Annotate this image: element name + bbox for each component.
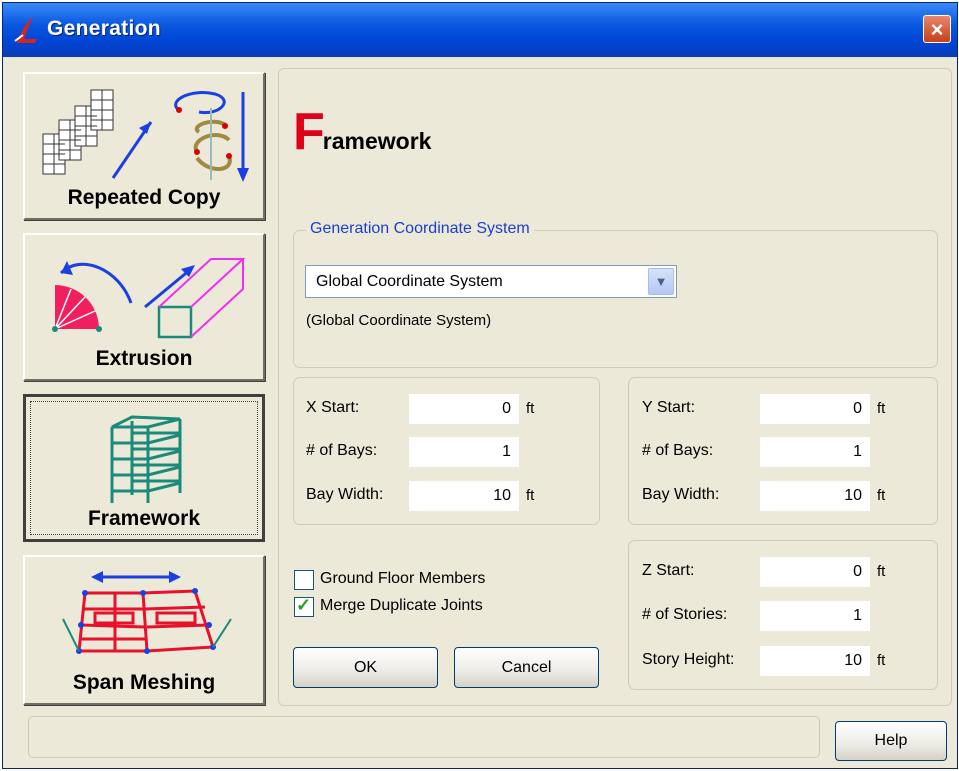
x-start-field[interactable]: 0 xyxy=(409,394,519,424)
x-bay-width-unit: ft xyxy=(526,487,535,504)
merge-joints-checkbox[interactable] xyxy=(294,595,314,617)
sidebar-item-span-meshing[interactable]: Span Meshing xyxy=(23,555,265,705)
coordinate-system-note: (Global Coordinate System) xyxy=(306,312,492,329)
extrusion-icon xyxy=(52,258,246,339)
y-bay-width-field[interactable]: 10 xyxy=(760,481,870,511)
y-start-unit: ft xyxy=(877,400,886,417)
help-button[interactable]: Help xyxy=(835,721,947,761)
page-title-rest: ramework xyxy=(322,128,432,154)
x-bay-width-label: Bay Width: xyxy=(306,486,384,503)
ground-floor-checkbox[interactable] xyxy=(294,570,314,590)
sidebar-item-extrusion[interactable]: Extrusion xyxy=(23,233,265,381)
merge-joints-label[interactable]: Merge Duplicate Joints xyxy=(320,597,483,615)
sidebar-item-framework[interactable]: Framework xyxy=(23,394,265,542)
sidebar-item-label: Extrusion xyxy=(95,347,193,370)
close-button[interactable]: × xyxy=(923,15,951,43)
z-story-height-unit: ft xyxy=(877,652,886,669)
coordinate-system-group: Generation Coordinate System xyxy=(293,220,938,368)
z-stories-label: # of Stories: xyxy=(642,606,728,623)
z-story-height-field[interactable]: 10 xyxy=(760,646,870,676)
x-bay-width-field[interactable]: 10 xyxy=(409,481,519,511)
app-logo-icon xyxy=(14,17,37,43)
window-title: Generation xyxy=(47,17,161,40)
span-meshing-icon xyxy=(62,571,232,654)
sidebar-item-label: Framework xyxy=(87,507,201,530)
selected-value: Global Coordinate System xyxy=(316,273,503,290)
sidebar-item-label: Span Meshing xyxy=(72,671,216,694)
group-title: Generation Coordinate System xyxy=(306,220,534,238)
page-title-initial: F xyxy=(293,103,325,161)
x-start-label: X Start: xyxy=(306,399,360,416)
sidebar-item-repeated-copy[interactable]: Repeated Copy xyxy=(23,72,265,220)
y-bays-field[interactable]: 1 xyxy=(760,437,870,467)
x-start-unit: ft xyxy=(526,400,535,417)
y-start-field[interactable]: 0 xyxy=(760,394,870,424)
y-bay-width-label: Bay Width: xyxy=(642,486,720,503)
x-bays-field[interactable]: 1 xyxy=(409,437,519,467)
page-title: Framework xyxy=(293,102,431,162)
chevron-down-icon[interactable]: ▼ xyxy=(648,268,674,295)
framework-icon xyxy=(110,415,182,503)
cancel-button[interactable]: Cancel xyxy=(454,647,599,688)
coordinate-system-select[interactable]: Global Coordinate System ▼ xyxy=(305,265,677,298)
ok-button[interactable]: OK xyxy=(293,647,438,688)
y-start-label: Y Start: xyxy=(642,399,696,416)
y-bays-label: # of Bays: xyxy=(642,442,714,459)
z-start-field[interactable]: 0 xyxy=(760,557,870,587)
y-bay-width-unit: ft xyxy=(877,487,886,504)
sidebar-item-label: Repeated Copy xyxy=(67,186,221,209)
ground-floor-label[interactable]: Ground Floor Members xyxy=(320,570,485,588)
z-story-height-label: Story Height: xyxy=(642,651,735,668)
z-stories-field[interactable]: 1 xyxy=(760,601,870,631)
status-bar xyxy=(28,716,820,758)
z-start-label: Z Start: xyxy=(642,562,695,579)
repeated-copy-icon xyxy=(42,89,249,182)
x-bays-label: # of Bays: xyxy=(306,442,378,459)
title-bar[interactable]: Generation × xyxy=(3,3,957,57)
z-start-unit: ft xyxy=(877,563,886,580)
